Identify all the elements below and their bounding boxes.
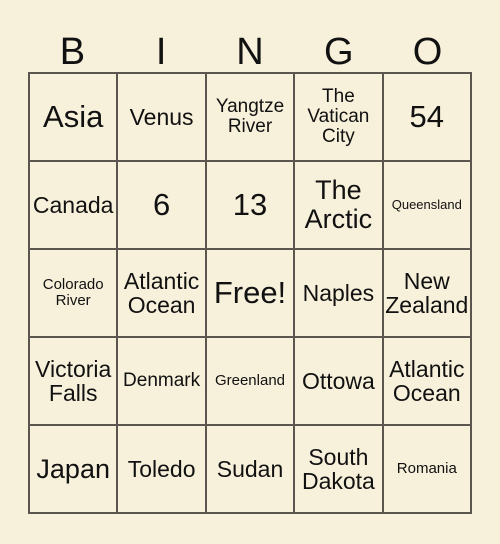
header-letter-o: O (412, 31, 443, 73)
bingo-cell[interactable]: New Zealand (383, 250, 472, 338)
bingo-cell[interactable]: Colorado River (30, 250, 119, 338)
bingo-cell[interactable]: Victoria Falls (30, 338, 119, 426)
bingo-cell[interactable]: The Arctic (295, 162, 384, 250)
bingo-cell[interactable]: Venus (118, 74, 207, 162)
bingo-cell[interactable]: Atlantic Ocean (118, 250, 207, 338)
bingo-cell[interactable]: The Vatican City (295, 74, 384, 162)
bingo-cell[interactable]: Sudan (206, 426, 296, 514)
bingo-cell[interactable]: Ottowa (295, 338, 384, 426)
header-letter-b: B (59, 31, 86, 73)
bingo-cell[interactable]: Queensland (383, 162, 472, 250)
header-letter-g: G (324, 31, 354, 73)
bingo-cell[interactable]: Yangtze River (206, 74, 296, 162)
bingo-cell[interactable]: Romania (383, 426, 472, 514)
bingo-card: B I N G O Asia Venus Yangtze River The V… (0, 0, 500, 544)
bingo-cell[interactable]: Greenland (206, 338, 296, 426)
bingo-cell[interactable]: Asia (30, 74, 119, 162)
header-letter-n: N (236, 31, 264, 73)
bingo-cell[interactable]: 13 (206, 162, 296, 250)
bingo-cell[interactable]: Toledo (118, 426, 207, 514)
bingo-cell[interactable]: South Dakota (295, 426, 384, 514)
bingo-grid: Asia Venus Yangtze River The Vatican Cit… (28, 72, 472, 514)
bingo-cell[interactable]: Denmark (118, 338, 207, 426)
bingo-cell[interactable]: Canada (30, 162, 119, 250)
bingo-cell[interactable]: Naples (295, 250, 384, 338)
bingo-cell[interactable]: 6 (118, 162, 207, 250)
header-letter-i: I (155, 31, 167, 73)
bingo-cell[interactable]: 54 (383, 74, 472, 162)
bingo-cell[interactable]: Japan (30, 426, 119, 514)
bingo-free-cell[interactable]: Free! (206, 250, 296, 338)
bingo-header: B I N G O (28, 20, 472, 72)
bingo-cell[interactable]: Atlantic Ocean (383, 338, 472, 426)
